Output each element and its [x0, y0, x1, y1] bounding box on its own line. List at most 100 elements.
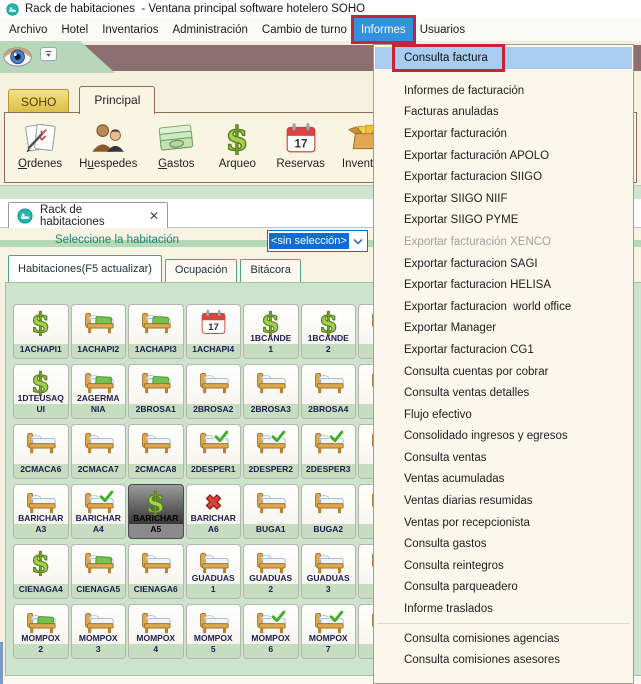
menu-item-consulta-gastos[interactable]: Consulta gastos [375, 533, 632, 555]
room-mompox-3[interactable]: MOMPOX 3 [71, 604, 127, 659]
bed-icon [313, 548, 344, 576]
room-1achapi2[interactable]: 1ACHAPI2 [71, 304, 127, 359]
menubar-item-administraci-n[interactable]: Administración [165, 18, 254, 41]
menu-item-facturas-anuladas[interactable]: Facturas anuladas [375, 102, 632, 124]
ribbon-button-reservas[interactable]: 17 Reservas [276, 121, 325, 170]
room-2cmaca8[interactable]: 2CMACA8 [128, 424, 184, 479]
room-2brosa3[interactable]: 2BROSA3 [243, 364, 299, 419]
room-label: 1ACHAPI3 [129, 344, 183, 355]
room-label: CIENAGA4 [14, 584, 68, 595]
room-mompox-4[interactable]: MOMPOX 4 [128, 604, 184, 659]
menubar-item-hotel[interactable]: Hotel [54, 18, 95, 41]
menu-item-exportar-siigo-niif[interactable]: Exportar SIIGO NIIF [375, 188, 632, 210]
room-2brosa2[interactable]: 2BROSA2 [186, 364, 242, 419]
ribbon-button-gastos[interactable]: Gastos [154, 121, 198, 170]
bed-icon [313, 488, 344, 516]
menu-item-consulta-ventas-detalles[interactable]: Consulta ventas detalles [375, 382, 632, 404]
menu-item-ventas-diarias-resumidas[interactable]: Ventas diarias resumidas [375, 490, 632, 512]
room-1bcande-2[interactable]: $ 1BCANDE 2 [301, 304, 357, 359]
close-icon[interactable]: ✕ [149, 210, 159, 222]
ribbon-button-huespedes[interactable]: Huespedes [79, 121, 137, 170]
room-2brosa4[interactable]: 2BROSA4 [301, 364, 357, 419]
menubar-item-archivo[interactable]: Archivo [2, 18, 54, 41]
tab-soho[interactable]: SOHO [8, 89, 69, 113]
room-1achapi3[interactable]: 1ACHAPI3 [128, 304, 184, 359]
room-barichar-a5[interactable]: $ BARICHAR A5 [128, 484, 184, 539]
room-mompox-6[interactable]: MOMPOX 6 [243, 604, 299, 659]
menu-item-consulta-comisiones-agencias[interactable]: Consulta comisiones agencias [375, 628, 632, 650]
room-cienaga6[interactable]: CIENAGA6 [128, 544, 184, 599]
menu-item-exportar-facturacion-helisa[interactable]: Exportar facturacion HELISA [375, 274, 632, 296]
room-2desper2[interactable]: 2DESPER2 [243, 424, 299, 479]
bed-green-icon [140, 368, 171, 396]
menu-item-ventas-por-recepcionista[interactable]: Ventas por recepcionista [375, 512, 632, 534]
eye-icon[interactable] [2, 42, 35, 68]
menu-item-exportar-facturaci-n-xenco[interactable]: Exportar facturación XENCO [375, 231, 632, 253]
room-barichar-a3[interactable]: BARICHAR A3 [13, 484, 69, 539]
orders-icon [21, 121, 59, 155]
room-mompox-7[interactable]: MOMPOX 7 [301, 604, 357, 659]
menu-item-exportar-facturacion-cg1[interactable]: Exportar facturacion CG1 [375, 339, 632, 361]
room-guaduas-1[interactable]: GUADUAS 1 [186, 544, 242, 599]
room-buga1[interactable]: BUGA1 [243, 484, 299, 539]
menubar-item-usuarios[interactable]: Usuarios [413, 18, 472, 41]
room-1achapi1[interactable]: $ 1ACHAPI1 [13, 304, 69, 359]
menu-item-consulta-parqueadero[interactable]: Consulta parqueadero [375, 577, 632, 599]
menu-item-exportar-facturacion-siigo[interactable]: Exportar facturacion SIIGO [375, 166, 632, 188]
bed-icon [255, 488, 286, 516]
calendar-icon: 17 [198, 308, 229, 336]
room-2desper1[interactable]: 2DESPER1 [186, 424, 242, 479]
menu-item-flujo-efectivo[interactable]: Flujo efectivo [375, 404, 632, 426]
menu-item-exportar-facturacion-world-office[interactable]: Exportar facturacion world office [375, 296, 632, 318]
menu-item-informe-traslados[interactable]: Informe traslados [375, 598, 632, 620]
room-1achapi4[interactable]: 17 1ACHAPI4 [186, 304, 242, 359]
menubar-item-inventarios[interactable]: Inventarios [95, 18, 165, 41]
room-2agerma-nia[interactable]: 2AGERMA NIA [71, 364, 127, 419]
room-mompox-5[interactable]: MOMPOX 5 [186, 604, 242, 659]
view-tab-habitaciones-f5-actualizar[interactable]: Habitaciones(F5 actualizar) [8, 255, 162, 282]
room-2cmaca6[interactable]: 2CMACA6 [13, 424, 69, 479]
tab-principal[interactable]: Principal [79, 86, 155, 114]
room-barichar-a6[interactable]: BARICHAR A6 [186, 484, 242, 539]
room-barichar-a4[interactable]: BARICHAR A4 [71, 484, 127, 539]
tab-rack-de-habitaciones[interactable]: Rack de habitaciones ✕ [8, 202, 168, 228]
view-tab-bit-cora[interactable]: Bitácora [240, 259, 300, 282]
menu-item-consulta-factura[interactable]: Consulta factura [375, 47, 632, 69]
menu-item-consulta-reintegros[interactable]: Consulta reintegros [375, 555, 632, 577]
room-guaduas-2[interactable]: GUADUAS 2 [243, 544, 299, 599]
room-guaduas-3[interactable]: GUADUAS 3 [301, 544, 357, 599]
room-cienaga5[interactable]: CIENAGA5 [71, 544, 127, 599]
menu-item-ventas-acumuladas[interactable]: Ventas acumuladas [375, 469, 632, 491]
menubar-item-informes[interactable]: Informes [354, 18, 413, 41]
room-mompox-2[interactable]: MOMPOX 2 [13, 604, 69, 659]
ribbon-button-arqueo[interactable]: $ Arqueo [215, 121, 259, 170]
room-combobox[interactable]: <sin selección> [267, 230, 368, 252]
room-2cmaca7[interactable]: 2CMACA7 [71, 424, 127, 479]
toolbar-collapse-button[interactable] [40, 47, 57, 61]
room-label: 2CMACA8 [129, 464, 183, 475]
menu-item-exportar-facturaci-n-apolo[interactable]: Exportar facturación APOLO [375, 145, 632, 167]
menu-item-exportar-siigo-pyme[interactable]: Exportar SIIGO PYME [375, 210, 632, 232]
room-label: 1BCANDE 1 [244, 333, 298, 355]
menu-item-consulta-cuentas-por-cobrar[interactable]: Consulta cuentas por cobrar [375, 361, 632, 383]
svg-text:$: $ [261, 308, 280, 336]
ribbon-button-ordenes[interactable]: Ordenes [18, 121, 62, 170]
menubar-item-cambio-de-turno[interactable]: Cambio de turno [255, 18, 354, 41]
room-1dteusaq-ui[interactable]: $ 1DTEUSAQ UI [13, 364, 69, 419]
room-2brosa1[interactable]: 2BROSA1 [128, 364, 184, 419]
menu-item-exportar-manager[interactable]: Exportar Manager [375, 318, 632, 340]
view-tab-ocupaci-n[interactable]: Ocupación [165, 259, 238, 282]
room-buga2[interactable]: BUGA2 [301, 484, 357, 539]
room-1bcande-1[interactable]: $ 1BCANDE 1 [243, 304, 299, 359]
menu-item-informes-de-facturaci-n[interactable]: Informes de facturación [375, 80, 632, 102]
room-cienaga4[interactable]: $ CIENAGA4 [13, 544, 69, 599]
room-rack-icon [17, 208, 33, 224]
menu-item-consulta-comisiones-asesores[interactable]: Consulta comisiones asesores [375, 649, 632, 671]
chevron-down-icon[interactable] [353, 238, 366, 245]
room-2desper3[interactable]: 2DESPER3 [301, 424, 357, 479]
menu-item-consulta-ventas[interactable]: Consulta ventas [375, 447, 632, 469]
bed-icon [140, 548, 171, 576]
menu-item-exportar-facturaci-n[interactable]: Exportar facturación [375, 123, 632, 145]
menu-item-exportar-facturacion-sagi[interactable]: Exportar facturacion SAGI [375, 253, 632, 275]
menu-item-consolidado-ingresos-y-egresos[interactable]: Consolidado ingresos y egresos [375, 426, 632, 448]
